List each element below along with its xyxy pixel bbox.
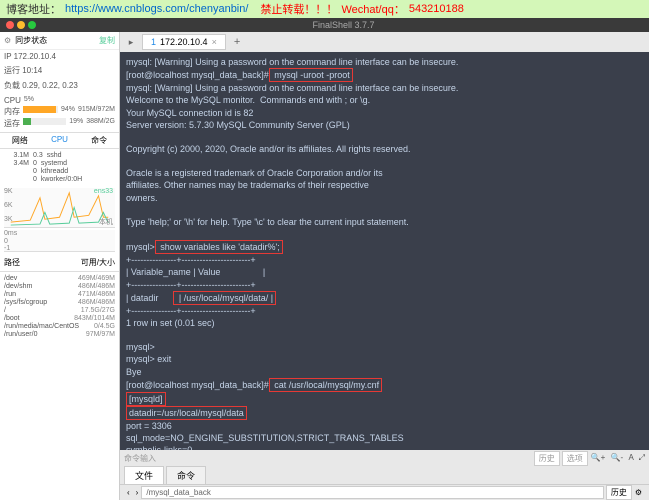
tab-file[interactable]: 文件 bbox=[124, 466, 164, 485]
copy-button[interactable]: 复制 bbox=[99, 35, 115, 46]
banner-warn: 禁止转载！！！ bbox=[260, 1, 337, 17]
history-button[interactable]: 历史 bbox=[534, 451, 560, 466]
command-input-row: 命令输入 历史 选项 🔍+ 🔍- A ⤢ bbox=[120, 450, 649, 466]
tab-cpu[interactable]: CPU bbox=[40, 133, 80, 148]
uptime-label: 运行 10:14 bbox=[0, 63, 119, 78]
swap-val: 388M/2G bbox=[86, 118, 115, 129]
banner-contact-label: Wechat/qq： bbox=[341, 1, 404, 17]
minimize-icon[interactable] bbox=[17, 21, 25, 29]
mem-label: 内存 bbox=[4, 106, 20, 117]
swap-bar bbox=[23, 118, 66, 125]
disk-size-header: 可用/大小 bbox=[81, 257, 115, 268]
close-icon[interactable] bbox=[6, 21, 14, 29]
disk-row: /run471M/486M bbox=[4, 291, 115, 298]
add-tab-icon[interactable]: + bbox=[230, 36, 244, 48]
highlight-show-variables: show variables like 'datadir%'; bbox=[155, 240, 283, 254]
terminal-tab[interactable]: 1 172.20.10.4 × bbox=[142, 34, 226, 50]
tab-cmd[interactable]: 命令 bbox=[79, 133, 119, 148]
highlight-mysql-login: mysql -uroot -proot bbox=[269, 68, 353, 82]
disk-row: /dev469M/469M bbox=[4, 275, 115, 282]
folder-icon[interactable]: ▸ bbox=[124, 35, 138, 49]
banner-url: https://www.cnblogs.com/chenyanbin/ bbox=[65, 3, 248, 15]
blog-banner: 博客地址： https://www.cnblogs.com/chenyanbin… bbox=[0, 0, 649, 18]
bottom-tabs: 文件 命令 bbox=[120, 466, 649, 484]
banner-label: 博客地址： bbox=[6, 1, 61, 17]
maximize-icon[interactable] bbox=[28, 21, 36, 29]
ip-label: IP 172.20.10.4 bbox=[0, 50, 119, 63]
process-row: 0kthreadd bbox=[4, 168, 115, 175]
mem-val: 915M/972M bbox=[78, 106, 115, 117]
disk-row: /dev/shm486M/486M bbox=[4, 283, 115, 290]
window-titlebar: FinalShell 3.7.7 bbox=[0, 18, 649, 32]
toolbar-icon[interactable]: ⚙ bbox=[632, 488, 645, 497]
disk-row: /run/user/097M/97M bbox=[4, 331, 115, 338]
gear-icon[interactable]: ⚙ bbox=[4, 36, 11, 45]
disk-row: /run/media/mac/CentOS0/4.5G bbox=[4, 323, 115, 330]
latency-chart: 0ms 0 -1 bbox=[4, 230, 115, 252]
sidebar: ⚙ 同步状态 复制 IP 172.20.10.4 运行 10:14 负载 0.2… bbox=[0, 32, 120, 500]
options-button[interactable]: 选项 bbox=[562, 451, 588, 466]
tool-icon[interactable]: A bbox=[628, 453, 633, 462]
highlight-datadir-value: | /usr/local/mysql/data/ | bbox=[173, 291, 276, 305]
tab-network[interactable]: 网络 bbox=[0, 133, 40, 148]
network-chart: 9K 6K 3K ens33 本机 bbox=[4, 188, 115, 228]
toolbar-icons: 🔍+ 🔍- A ⤢ bbox=[588, 453, 645, 463]
disk-row: /boot843M/1014M bbox=[4, 315, 115, 322]
mem-pct: 94% bbox=[61, 106, 75, 117]
cpu-label: CPU bbox=[4, 96, 21, 105]
terminal-tabs: ▸ 1 172.20.10.4 × + bbox=[120, 32, 649, 52]
highlight-cat-cnf: cat /usr/local/mysql/my.cnf bbox=[269, 378, 382, 392]
banner-contact: 543210188 bbox=[409, 3, 464, 15]
command-input[interactable]: 命令输入 bbox=[124, 453, 532, 464]
highlight-datadir-cnf: datadir=/usr/local/mysql/data bbox=[126, 406, 247, 420]
process-row: 3.4M0systemd bbox=[4, 160, 115, 167]
window-title: FinalShell 3.7.7 bbox=[44, 20, 643, 30]
disk-row: /17.5G/27G bbox=[4, 307, 115, 314]
load-label: 负载 0.29, 0.22, 0.23 bbox=[0, 78, 119, 93]
swap-pct: 19% bbox=[69, 118, 83, 129]
highlight-mysqld: [mysqld] bbox=[126, 392, 166, 406]
cpu-pct: 5% bbox=[24, 96, 34, 105]
disk-row: /sys/fs/cgroup486M/486M bbox=[4, 299, 115, 306]
tab-number: 1 bbox=[151, 37, 156, 47]
path-row: ‹ › /mysql_data_back 历史 ⚙ bbox=[120, 484, 649, 500]
tool-icon[interactable]: 🔍- bbox=[611, 453, 624, 462]
path-input[interactable]: /mysql_data_back bbox=[141, 486, 603, 499]
path-history-button[interactable]: 历史 bbox=[606, 485, 632, 500]
tab-command[interactable]: 命令 bbox=[166, 466, 206, 485]
disk-path-header: 路径 bbox=[4, 257, 81, 268]
mem-bar bbox=[23, 106, 58, 113]
tab-ip: 172.20.10.4 bbox=[160, 37, 208, 47]
sync-status-label: 同步状态 bbox=[15, 35, 47, 46]
terminal-output[interactable]: mysql: [Warning] Using a password on the… bbox=[120, 52, 649, 450]
process-row: 3.1M0.3sshd bbox=[4, 152, 115, 159]
close-tab-icon[interactable]: × bbox=[212, 37, 217, 47]
tool-icon[interactable]: ⤢ bbox=[639, 453, 645, 462]
prev-icon[interactable]: ‹ bbox=[124, 488, 133, 497]
tool-icon[interactable]: 🔍+ bbox=[591, 453, 606, 462]
next-icon[interactable]: › bbox=[133, 488, 142, 497]
traffic-lights bbox=[6, 21, 36, 29]
process-row: 0kworker/0:0H bbox=[4, 176, 115, 183]
swap-label: 运存 bbox=[4, 118, 20, 129]
